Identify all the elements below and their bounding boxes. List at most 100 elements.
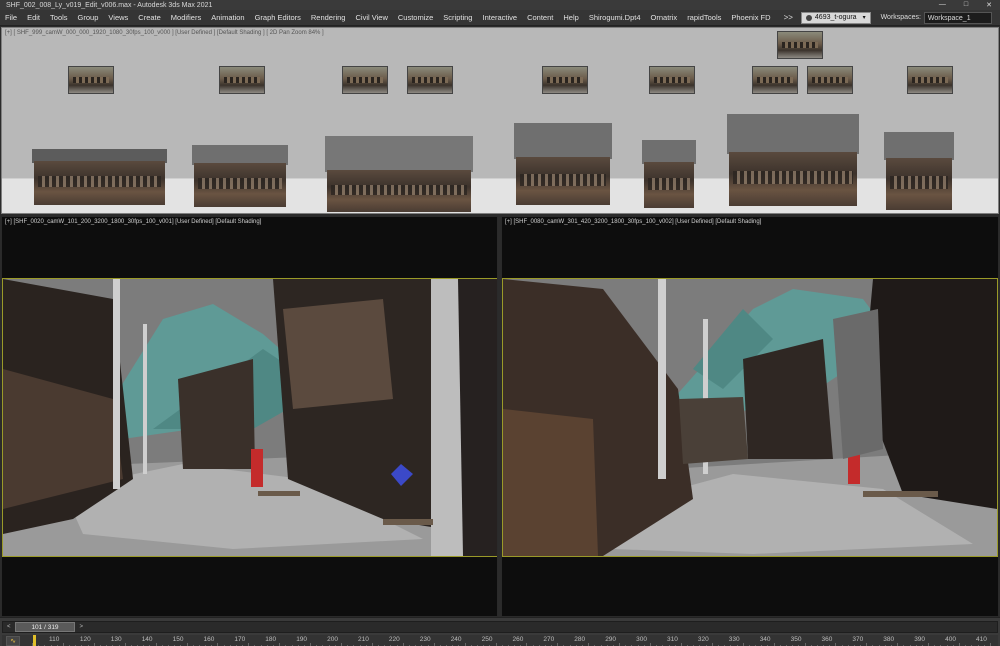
title-bar: SHF_002_008_Ly_v019_Edit_v006.max - Auto… [0, 0, 1000, 10]
menu-item[interactable]: Views [103, 10, 133, 26]
frame-tick-label: 200 [327, 636, 338, 643]
frame-tick-label: 160 [203, 636, 215, 643]
workspace-select[interactable]: Workspace_1 [923, 11, 992, 24]
frame-tick-label: 180 [265, 636, 277, 643]
reference-thumbnail[interactable] [807, 66, 853, 94]
menu-item[interactable]: Shirogumi.Dpt4 [584, 10, 646, 26]
time-slider[interactable]: < 101 / 319 > [2, 621, 998, 633]
menu-item[interactable]: Animation [206, 10, 249, 26]
frame-tick-label: 210 [358, 636, 369, 643]
street-scene-render [503, 279, 997, 556]
frame-tick-label: 350 [790, 636, 802, 643]
reference-thumbnail[interactable] [68, 66, 114, 94]
workspaces-label: Workspaces: [880, 14, 921, 21]
reference-thumbnail[interactable] [752, 66, 798, 94]
menu-item[interactable]: File [0, 10, 22, 26]
frame-tick-label: 150 [172, 636, 184, 643]
menu-item[interactable]: Ornatrix [646, 10, 683, 26]
menu-item[interactable]: Help [558, 10, 583, 26]
menu-item[interactable]: Civil View [350, 10, 392, 26]
bench [383, 519, 433, 525]
frame-tick-label: 220 [388, 636, 400, 643]
track-bar[interactable]: ∿ 110 120 130 140 150 160 170 180 190 200 210 220 23… [2, 635, 998, 646]
window-title: SHF_002_008_Ly_v019_Edit_v006.max - Auto… [6, 1, 213, 9]
viewport-camera-right[interactable]: [+] [SHF_0080_camW_301_420_3200_1800_30f… [501, 216, 999, 617]
building-scan-model[interactable] [325, 136, 473, 212]
street-scene-render [3, 279, 497, 556]
frame-display: 101 / 319 [31, 624, 59, 631]
maximize-button[interactable]: □ [964, 1, 968, 9]
frame-tick-label: 390 [914, 636, 926, 643]
frame-tick-label: 300 [636, 636, 647, 643]
reference-thumbnail[interactable] [777, 31, 823, 59]
user-name: 4693_t-ogura [814, 14, 857, 21]
viewport-top[interactable]: [+] [ SHF_999_camW_000_000_1920_1080_30f… [1, 27, 999, 214]
minimize-button[interactable]: — [939, 1, 946, 9]
frame-tick-label: 270 [543, 636, 555, 643]
reference-thumbnail[interactable] [649, 66, 695, 94]
menu-item[interactable]: Scripting [438, 10, 477, 26]
camera-safe-frame [2, 278, 497, 557]
menu-item[interactable]: rapidTools [682, 10, 726, 26]
utility-pole [113, 279, 120, 489]
viewport-right-label[interactable]: [+] [SHF_0080_camW_301_420_3200_1800_30f… [505, 219, 761, 225]
menu-item[interactable]: Tools [45, 10, 73, 26]
building-scan-model[interactable] [192, 145, 288, 207]
building-scan-model[interactable] [514, 123, 612, 205]
viewport-left-label[interactable]: [+] [SHF_0020_camW_101_200_3200_1800_30f… [5, 219, 261, 225]
menu-item[interactable]: Create [133, 10, 166, 26]
camera-safe-frame [502, 278, 998, 557]
viewport-camera-left[interactable]: [+] [SHF_0020_camW_101_200_3200_1800_30f… [1, 216, 498, 617]
frame-tick-label: 140 [141, 636, 153, 643]
frame-tick-label: 380 [883, 636, 895, 643]
reference-thumbnail[interactable] [219, 66, 265, 94]
menu-item[interactable]: Interactive [477, 10, 522, 26]
window-controls: — □ ✕ [939, 1, 1000, 9]
menu-item[interactable]: Group [73, 10, 104, 26]
close-button[interactable]: ✕ [986, 1, 992, 9]
frame-tick-label: 310 [667, 636, 678, 643]
frame-slider-handle[interactable]: < 101 / 319 > [7, 622, 83, 632]
building-scan-model[interactable] [727, 114, 859, 206]
playhead-marker[interactable] [33, 635, 36, 646]
bench [258, 491, 300, 496]
building-scan-model[interactable] [642, 140, 696, 208]
frame-tick-label: 260 [512, 636, 524, 643]
viewport-top-label[interactable]: [+] [ SHF_999_camW_000_000_1920_1080_30f… [5, 30, 324, 36]
frame-tick-label: 330 [728, 636, 740, 643]
building-scan-model[interactable] [32, 149, 167, 205]
reference-thumbnail[interactable] [907, 66, 953, 94]
user-account-dropdown[interactable]: 4693_t-ogura ▾ [800, 11, 871, 24]
prev-frame-arrow-icon[interactable]: < [7, 623, 11, 632]
frame-tick-label: 170 [234, 636, 246, 643]
menu-list: File Edit Tools Group Views Create Modifiers An… [0, 10, 776, 26]
reference-thumbnail[interactable] [342, 66, 388, 94]
reference-thumbnail[interactable] [407, 66, 453, 94]
next-frame-arrow-icon[interactable]: > [79, 623, 83, 632]
curve-editor-icon[interactable]: ∿ [6, 636, 20, 646]
frame-tick-label: 250 [481, 636, 493, 643]
menu-item[interactable]: Phoenix FD [726, 10, 775, 26]
building-scan-model[interactable] [884, 132, 954, 210]
frame-tick-label: 360 [821, 636, 833, 643]
reference-thumbnail[interactable] [542, 66, 588, 94]
utility-pole [658, 279, 666, 479]
frame-tick-label: 120 [79, 636, 91, 643]
menu-item[interactable]: Content [522, 10, 558, 26]
menu-item[interactable]: Modifiers [166, 10, 206, 26]
utility-pole [431, 279, 463, 556]
menu-bar: File Edit Tools Group Views Create Modifiers An… [0, 10, 1000, 26]
frame-tick-label: 290 [605, 636, 617, 643]
menu-item[interactable]: Graph Editors [250, 10, 306, 26]
frame-tick-label: 110 [49, 636, 60, 643]
frame-tick-label: 240 [450, 636, 462, 643]
menu-item[interactable]: Edit [22, 10, 45, 26]
menu-overflow-button[interactable]: >> [778, 13, 799, 22]
frame-tick-label: 130 [110, 636, 122, 643]
menu-item[interactable]: Rendering [306, 10, 351, 26]
time-slider-panel: < 101 / 319 > ∿ 110 120 130 140 150 160 170 180… [0, 617, 1000, 646]
frame-tick-label: 340 [759, 636, 771, 643]
bench [863, 491, 938, 497]
menu-item[interactable]: Customize [393, 10, 438, 26]
frame-tick-label: 400 [945, 636, 956, 643]
